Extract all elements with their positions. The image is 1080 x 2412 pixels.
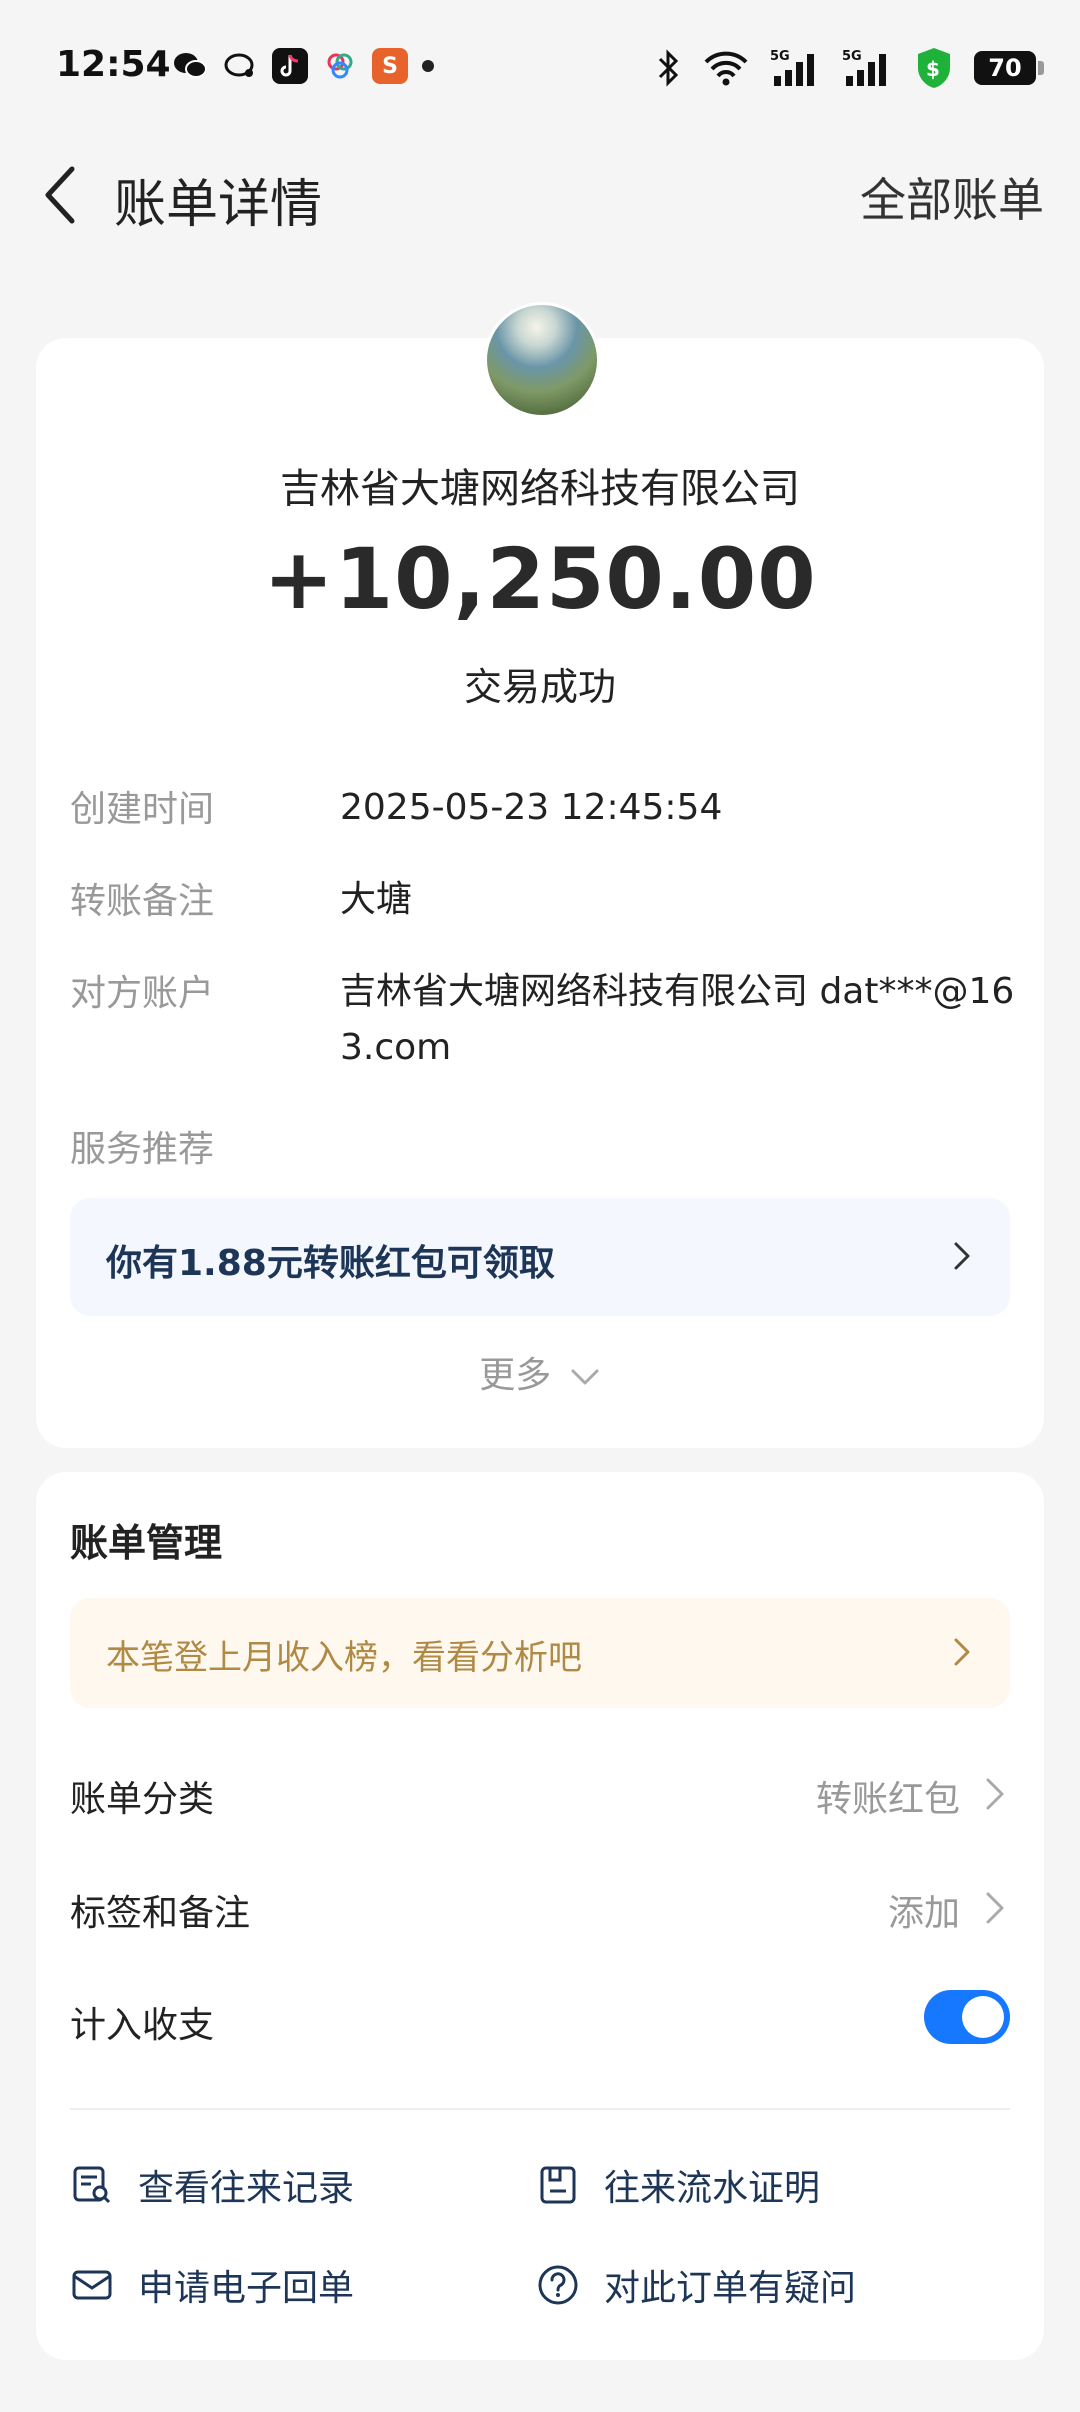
top-nav: 账单详情 全部账单 <box>0 140 1080 250</box>
bluetooth-icon <box>658 49 679 87</box>
envelope-icon <box>72 2270 112 2300</box>
order-question-link[interactable]: 对此订单有疑问 <box>536 2250 856 2320</box>
counterparty-avatar[interactable] <box>484 302 600 418</box>
status-bar: 12:54 S 5G 5G $ 70 <box>0 0 1080 140</box>
chevron-right-icon <box>986 1892 1004 1924</box>
link-label: 往来流水证明 <box>604 2168 821 2209</box>
system-status-icons: 5G 5G $ 70 <box>656 46 1044 90</box>
section-title: 账单管理 <box>70 1521 223 1565</box>
promo-text: 你有1.88元转账红包可领取 <box>106 1243 555 1284</box>
request-e-receipt-link[interactable]: 申请电子回单 <box>70 2250 354 2320</box>
counterparty-name: 吉林省大塘网络科技有限公司 <box>280 466 800 512</box>
svg-text:5G: 5G <box>842 49 862 64</box>
tiktok-icon <box>272 48 308 84</box>
document-icon <box>540 2166 576 2204</box>
chevron-right-icon <box>986 1778 1004 1810</box>
transaction-status: 交易成功 <box>463 665 616 709</box>
row-label: 账单分类 <box>70 1779 215 1820</box>
bill-category-row[interactable]: 账单分类 转账红包 <box>70 1754 1010 1834</box>
count-in-balance-row: 计入收支 <box>70 1980 1010 2060</box>
tags-notes-row[interactable]: 标签和备注 添加 <box>70 1868 1010 1948</box>
detail-value: 2025-05-23 12:45:54 <box>340 787 723 828</box>
chevron-down-icon <box>571 1369 599 1385</box>
detail-label: 对方账户 <box>70 973 215 1014</box>
security-shield-icon: $ <box>918 48 950 88</box>
message-bubble-icon <box>222 48 258 84</box>
signal-5g-icon: 5G <box>770 49 814 86</box>
question-circle-icon <box>538 2265 578 2305</box>
count-in-balance-toggle[interactable] <box>924 1990 1010 2044</box>
row-label: 计入收支 <box>70 2005 215 2046</box>
back-button[interactable] <box>30 160 90 230</box>
status-time: 12:54 <box>56 44 171 85</box>
detail-value: 大塘 <box>340 879 413 920</box>
row-value: 添加 <box>887 1893 960 1934</box>
wechat-icon <box>172 48 208 84</box>
toggle-knob <box>962 1996 1004 2038</box>
sogou-icon: S <box>372 48 408 84</box>
chevron-right-icon <box>954 1242 970 1270</box>
signal-5g-icon-2: 5G <box>842 49 886 86</box>
detail-value: 吉林省大塘网络科技有限公司 dat***@163.com <box>340 971 1015 1068</box>
page-title: 账单详情 <box>114 175 323 235</box>
svg-text:$: $ <box>926 57 940 81</box>
income-rank-notice[interactable]: 本笔登上月收入榜，看看分析吧 <box>70 1598 1010 1708</box>
view-transaction-history-link[interactable]: 查看往来记录 <box>70 2150 354 2220</box>
more-notifications-dot <box>422 60 434 72</box>
records-search-icon <box>73 2166 111 2204</box>
notification-icons: S <box>172 48 434 84</box>
svg-text:5G: 5G <box>770 49 790 64</box>
link-label: 对此订单有疑问 <box>604 2268 857 2309</box>
transaction-card: 吉林省大塘网络科技有限公司 +10,250.00 交易成功 创建时间 2025-… <box>36 302 1044 1448</box>
red-packet-promo[interactable]: 你有1.88元转账红包可领取 <box>70 1198 1010 1316</box>
link-label: 查看往来记录 <box>138 2168 355 2209</box>
circles-app-icon <box>322 48 358 84</box>
more-toggle[interactable]: 更多 <box>36 1346 1044 1398</box>
row-label: 标签和备注 <box>70 1893 251 1934</box>
chevron-right-icon <box>954 1638 970 1666</box>
notice-text: 本笔登上月收入榜，看看分析吧 <box>106 1638 582 1678</box>
all-bills-link[interactable]: 全部账单 <box>860 164 1044 230</box>
transaction-flow-proof-link[interactable]: 往来流水证明 <box>536 2150 820 2220</box>
back-arrow-icon <box>45 166 75 224</box>
transaction-amount: +10,250.00 <box>263 530 817 628</box>
service-recommend-label: 服务推荐 <box>70 1129 215 1170</box>
battery-indicator: 70 <box>974 51 1044 85</box>
detail-label: 转账备注 <box>70 881 215 922</box>
divider <box>70 2108 1010 2110</box>
wifi-icon <box>704 51 748 86</box>
row-value: 转账红包 <box>815 1779 960 1820</box>
link-label: 申请电子回单 <box>138 2268 355 2309</box>
bill-management-card: 账单管理 本笔登上月收入榜，看看分析吧 账单分类 转账红包 标签和备注 添加 计… <box>36 1472 1044 2360</box>
more-label: 更多 <box>479 1355 552 1396</box>
detail-label: 创建时间 <box>70 789 215 830</box>
